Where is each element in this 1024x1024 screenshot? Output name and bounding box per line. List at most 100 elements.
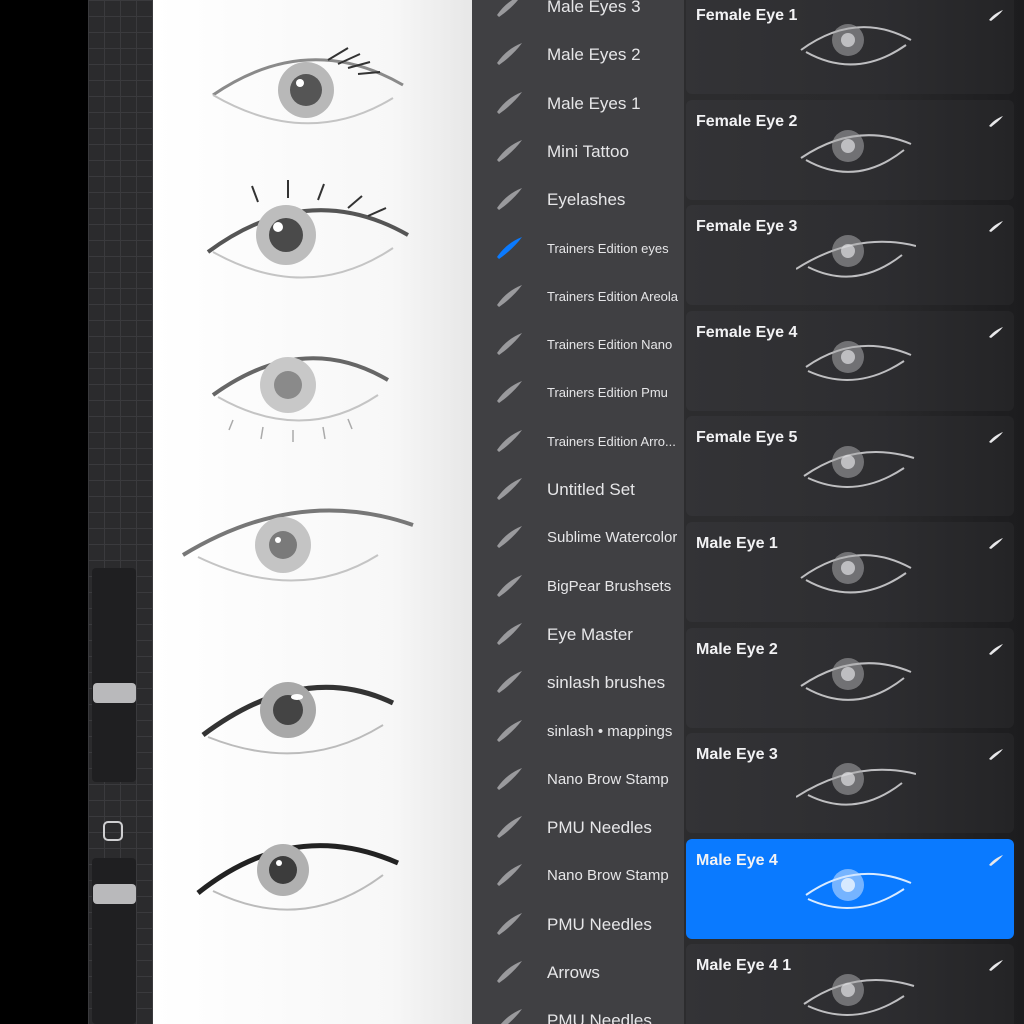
brush-set-label: Trainers Edition Areola [547, 288, 679, 304]
brush-stroke-icon [494, 571, 524, 601]
brush-set-label: sinlash brushes [547, 673, 666, 693]
brush-stroke-icon [494, 233, 524, 263]
brush-stroke-preview [796, 855, 916, 925]
brush-stroke-icon [494, 0, 524, 21]
brush-card[interactable]: Male Eye 4 1 [686, 944, 1014, 1024]
brush-stroke-icon [494, 39, 524, 69]
brush-set-item[interactable]: PMU Needles [472, 997, 684, 1024]
brush-set-item[interactable]: Trainers Edition Nano [472, 321, 684, 369]
brush-stroke-icon [494, 860, 524, 890]
brush-stroke-icon [494, 1005, 524, 1024]
brush-name: Male Eye 4 [696, 851, 778, 869]
brush-set-item[interactable]: Untitled Set [472, 466, 684, 514]
brush-set-item[interactable]: Sublime Watercolor [472, 514, 684, 562]
brush-stroke-preview [796, 432, 916, 502]
brush-stroke-icon [494, 764, 524, 794]
brush-list-panel: Female Eye 1 Female Eye 2 Female Eye 3 Fema… [684, 0, 1024, 1024]
brush-stroke-icon [494, 812, 524, 842]
brush-flag-icon [988, 430, 1004, 444]
brush-set-item[interactable]: Arrows [472, 949, 684, 997]
brush-name: Female Eye 4 [696, 323, 798, 341]
brush-stroke-icon [494, 957, 524, 987]
brush-flag-icon [988, 219, 1004, 233]
brush-stroke-preview [795, 749, 917, 819]
brush-set-label: Trainers Edition eyes [547, 240, 669, 256]
brush-card[interactable]: Female Eye 4 [686, 310, 1014, 411]
brush-card[interactable]: Female Eye 3 [686, 205, 1014, 306]
brush-set-label: Mini Tattoo [547, 141, 629, 161]
brush-stroke-icon [494, 329, 524, 359]
brush-set-item[interactable]: Male Eyes 3 [472, 0, 684, 31]
brush-set-label: Nano Brow Stamp [547, 770, 669, 788]
brush-stroke-preview [796, 960, 916, 1024]
eye-sketch-5 [201, 682, 395, 755]
brush-set-item[interactable]: Mini Tattoo [472, 128, 684, 176]
brush-card[interactable]: Male Eye 4 [686, 838, 1014, 939]
brush-stroke-icon [494, 909, 524, 939]
brush-set-item[interactable]: Eyelashes [472, 176, 684, 224]
brush-flag-icon [988, 325, 1004, 339]
brush-stroke-icon [494, 522, 524, 552]
brush-stroke-icon [494, 184, 524, 214]
brush-stroke-preview [795, 221, 917, 291]
brush-card[interactable]: Female Eye 5 [686, 416, 1014, 517]
brush-set-item[interactable]: Nano Brow Stamp [472, 756, 684, 804]
brush-size-slider[interactable] [92, 568, 136, 782]
brush-set-label: Male Eyes 2 [547, 45, 641, 65]
brush-card[interactable]: Female Eye 1 [686, 0, 1014, 94]
brush-stroke-preview [796, 644, 916, 714]
brush-set-label: sinlash • mappings [547, 722, 673, 740]
modify-button[interactable] [103, 821, 123, 841]
brush-stroke-preview [796, 327, 916, 397]
brush-stroke-icon [494, 281, 524, 311]
brush-card[interactable]: Male Eye 1 [686, 522, 1014, 622]
eye-sketch-6 [196, 843, 400, 911]
brush-set-item[interactable]: sinlash brushes [472, 659, 684, 707]
brush-set-item[interactable]: Trainers Edition Pmu [472, 369, 684, 417]
brush-set-item[interactable]: PMU Needles [472, 804, 684, 852]
brush-size-slider-thumb[interactable] [93, 683, 136, 703]
brush-set-label: Eye Master [547, 624, 633, 644]
brush-set-item[interactable]: Trainers Edition eyes [472, 225, 684, 273]
brush-set-item[interactable]: Nano Brow Stamp [472, 852, 684, 900]
brush-name: Female Eye 5 [696, 429, 798, 447]
brush-stroke-preview [796, 538, 916, 608]
brush-stroke-icon [494, 619, 524, 649]
brush-card[interactable]: Female Eye 2 [686, 99, 1014, 200]
brush-set-item[interactable]: Trainers Edition Arro... [472, 418, 684, 466]
opacity-slider-thumb[interactable] [93, 884, 136, 904]
brush-name: Male Eye 3 [696, 746, 778, 764]
brush-set-label: Male Eyes 3 [547, 0, 641, 16]
brush-set-item[interactable]: PMU Needles [472, 901, 684, 949]
brush-set-label: PMU Needles [547, 1011, 652, 1024]
brush-set-label: Trainers Edition Pmu [547, 385, 668, 401]
brush-set-label: BigPear Brushsets [547, 577, 672, 595]
brush-stroke-icon [494, 426, 524, 456]
brush-set-label: PMU Needles [547, 914, 652, 934]
brush-set-item[interactable]: sinlash • mappings [472, 708, 684, 756]
brush-set-label: PMU Needles [547, 818, 652, 838]
brush-flag-icon [988, 958, 1004, 972]
brush-set-item[interactable]: Trainers Edition Areola [472, 273, 684, 321]
opacity-slider[interactable] [92, 858, 136, 1024]
brush-set-label: Nano Brow Stamp [547, 867, 669, 885]
brush-stroke-preview [796, 10, 916, 80]
brush-set-item[interactable]: Male Eyes 1 [472, 80, 684, 128]
brush-set-item[interactable]: Male Eyes 2 [472, 31, 684, 79]
brush-card[interactable]: Male Eye 2 [686, 627, 1014, 728]
sidebar-background [0, 0, 88, 1024]
brush-flag-icon [988, 853, 1004, 867]
brush-stroke-icon [494, 474, 524, 504]
drawing-canvas[interactable] [153, 0, 472, 1024]
brush-flag-icon [988, 536, 1004, 550]
brush-name: Male Eye 2 [696, 640, 778, 658]
brush-set-item[interactable]: BigPear Brushsets [472, 563, 684, 611]
brush-name: Female Eye 1 [696, 7, 798, 24]
brush-set-item[interactable]: Eye Master [472, 611, 684, 659]
brush-stroke-preview [796, 116, 916, 186]
brush-flag-icon [988, 114, 1004, 128]
brush-stroke-icon [494, 716, 524, 746]
eye-sketch-4 [181, 508, 414, 582]
brush-set-label: Sublime Watercolor [547, 529, 678, 547]
brush-card[interactable]: Male Eye 3 [686, 733, 1014, 834]
